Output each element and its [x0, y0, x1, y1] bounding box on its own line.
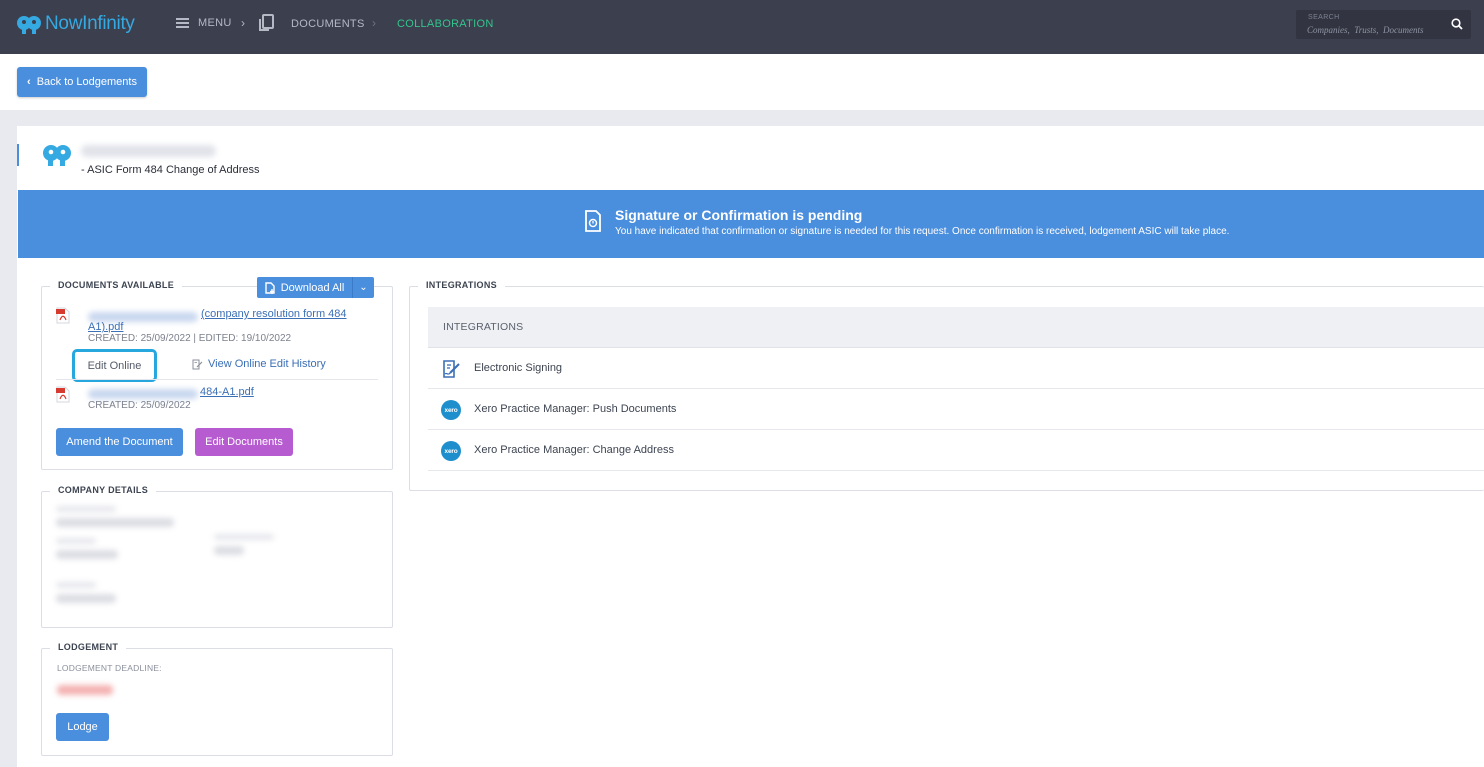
banner-message: You have indicated that confirmation or … — [615, 226, 1230, 237]
document-meta: CREATED: 25/09/2022 — [88, 400, 191, 411]
edit-online-button[interactable]: Edit Online — [72, 349, 157, 382]
action-bar: ‹ Back to Lodgements — [0, 54, 1484, 110]
integrations-section: INTEGRATIONS INTEGRATIONS Electronic Sig… — [409, 280, 1484, 491]
redacted-label — [56, 538, 96, 544]
pdf-icon — [56, 307, 70, 324]
download-icon — [265, 281, 275, 294]
redacted-label — [56, 506, 116, 512]
logo-heads-icon — [17, 16, 41, 34]
search-box: SEARCH — [1296, 10, 1471, 39]
lodgement-section: LODGEMENT LODGEMENT DEADLINE: Lodge — [41, 642, 393, 756]
breadcrumb-separator-icon: › — [241, 16, 245, 30]
lodgement-deadline-redacted — [57, 685, 113, 695]
top-navigation-bar: NowInfinity MENU › DOCUMENTS › COLLABORA… — [0, 0, 1484, 54]
document-link-line1[interactable]: (company resolution form 484 — [201, 308, 347, 320]
document-meta: CREATED: 25/09/2022 | EDITED: 19/10/2022 — [88, 333, 292, 344]
back-to-lodgements-button[interactable]: ‹ Back to Lodgements — [17, 67, 147, 97]
nowinfinity-logo[interactable]: NowInfinity — [16, 11, 135, 37]
view-edit-history-link[interactable]: View Online Edit History — [192, 358, 326, 370]
integration-electronic-signing[interactable]: Electronic Signing — [428, 348, 1484, 389]
search-icon[interactable] — [1451, 18, 1463, 30]
redacted-value — [56, 594, 116, 603]
document-name-redacted — [88, 389, 198, 399]
breadcrumb-documents-label: DOCUMENTS — [291, 18, 365, 30]
download-all-main[interactable]: Download All — [257, 277, 352, 298]
integrations-table-header: INTEGRATIONS — [428, 307, 1484, 348]
breadcrumb-collaboration[interactable]: COLLABORATION — [397, 18, 494, 30]
integration-label: Xero Practice Manager: Change Address — [474, 444, 674, 456]
xero-icon: xero — [441, 441, 461, 461]
form-title: - ASIC Form 484 Change of Address — [81, 164, 260, 176]
chevron-down-icon[interactable]: ⌄ — [352, 277, 374, 298]
integration-label: Xero Practice Manager: Push Documents — [474, 403, 677, 415]
hamburger-icon — [176, 18, 189, 28]
breadcrumb-documents[interactable]: DOCUMENTS — [259, 12, 365, 31]
logo-text: NowInfinity — [45, 13, 135, 34]
document-link-line2[interactable]: A1).pdf — [88, 321, 123, 333]
redacted-value — [214, 546, 244, 555]
documents-available-section: DOCUMENTS AVAILABLE Download All ⌄ (comp… — [41, 277, 393, 470]
download-all-button[interactable]: Download All ⌄ — [257, 277, 374, 298]
integration-xero-change-address[interactable]: xero Xero Practice Manager: Change Addre… — [428, 430, 1484, 471]
company-details-legend: COMPANY DETAILS — [50, 485, 157, 495]
menu-label: MENU — [198, 17, 232, 29]
entity-accent-bar — [17, 144, 19, 166]
edit-history-label: View Online Edit History — [208, 358, 326, 370]
document-link[interactable]: 484-A1.pdf — [200, 386, 254, 398]
company-details-section: COMPANY DETAILS — [41, 485, 393, 628]
redacted-label — [56, 582, 96, 588]
lodgement-legend: LODGEMENT — [50, 642, 127, 652]
edit-documents-button[interactable]: Edit Documents — [195, 428, 293, 456]
signature-icon — [443, 360, 460, 378]
pdf-icon — [56, 386, 70, 403]
documents-icon — [259, 13, 274, 31]
integration-xero-push-documents[interactable]: xero Xero Practice Manager: Push Documen… — [428, 389, 1484, 430]
lodge-button[interactable]: Lodge — [56, 713, 109, 741]
search-label: SEARCH — [1308, 14, 1340, 21]
integrations-legend: INTEGRATIONS — [418, 280, 505, 290]
download-all-label: Download All — [280, 281, 345, 294]
menu-button[interactable]: MENU — [176, 17, 232, 29]
integrations-header-label: INTEGRATIONS — [443, 321, 524, 333]
edit-history-icon — [192, 359, 203, 369]
main-panel: - ASIC Form 484 Change of Address Signat… — [17, 126, 1484, 767]
amend-document-button[interactable]: Amend the Document — [56, 428, 183, 456]
document-divider — [56, 379, 378, 380]
company-heads-icon — [43, 145, 71, 166]
chevron-left-icon: ‹ — [27, 76, 31, 88]
company-name-redacted — [81, 145, 216, 157]
banner-title: Signature or Confirmation is pending — [615, 207, 863, 223]
breadcrumb-separator-icon: › — [372, 16, 376, 30]
pending-banner: Signature or Confirmation is pending You… — [18, 190, 1484, 258]
back-button-label: Back to Lodgements — [36, 76, 137, 88]
lodgement-deadline-label: LODGEMENT DEADLINE: — [57, 663, 162, 673]
document-pending-icon — [585, 210, 601, 232]
redacted-label — [214, 534, 274, 540]
redacted-value — [56, 518, 174, 527]
redacted-value — [56, 550, 118, 559]
search-input[interactable] — [1307, 23, 1445, 36]
xero-icon: xero — [441, 400, 461, 420]
integration-label: Electronic Signing — [474, 362, 563, 374]
documents-available-legend: DOCUMENTS AVAILABLE — [50, 280, 183, 290]
